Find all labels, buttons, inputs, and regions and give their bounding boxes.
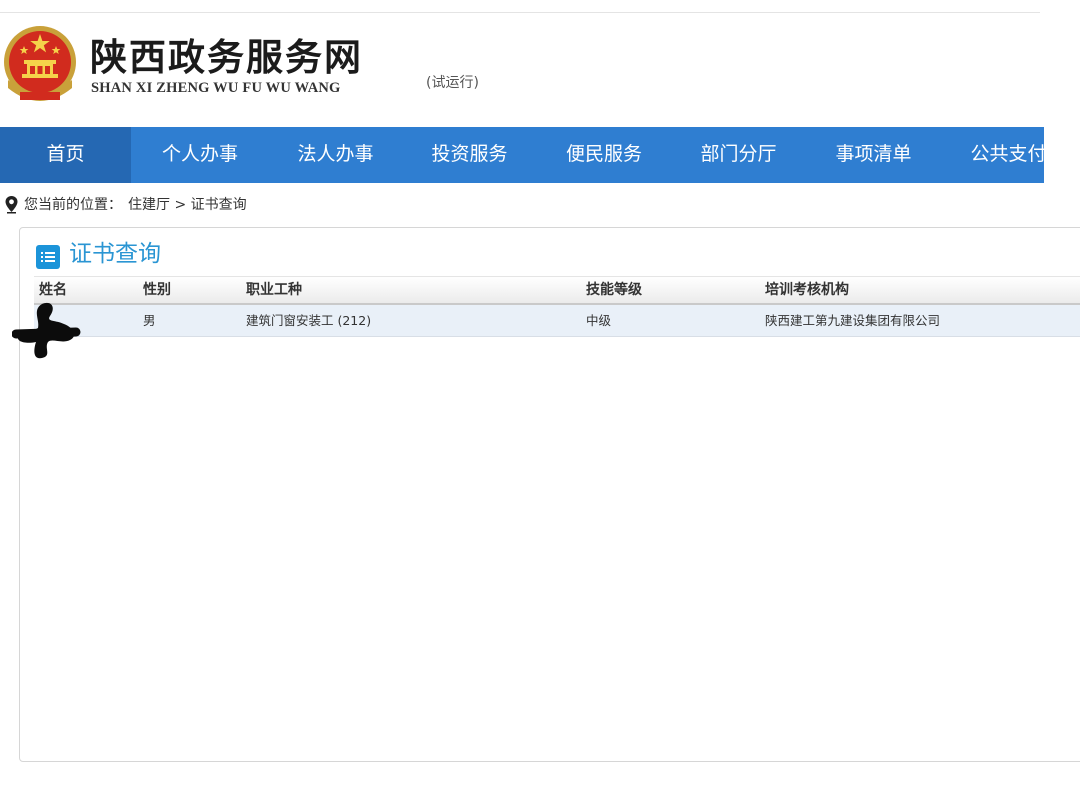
- list-icon: [36, 245, 60, 269]
- nav-item-item-list[interactable]: 事项清单: [806, 127, 941, 183]
- table-header: 姓名 性别 职业工种 技能等级 培训考核机构: [34, 276, 1080, 305]
- cell-institution: 陕西建工第九建设集团有限公司: [765, 313, 941, 328]
- site-subtitle: SHAN XI ZHENG WU FU WU WANG: [91, 80, 341, 96]
- trial-tag: (试运行): [426, 75, 479, 91]
- nav-item-home[interactable]: 首页: [0, 127, 131, 183]
- certificate-query-panel: 证书查询 姓名 性别 职业工种 技能等级 培训考核机构 男 建筑门窗安装工 (2…: [19, 227, 1080, 762]
- national-emblem-icon: [4, 26, 76, 101]
- cell-gender: 男: [143, 313, 156, 328]
- redaction-scribble: [12, 302, 81, 359]
- column-header-skill-level: 技能等级: [586, 282, 642, 298]
- breadcrumb-path[interactable]: 住建厅 > 证书查询: [128, 197, 247, 213]
- column-header-institution: 培训考核机构: [765, 282, 849, 298]
- panel-title: 证书查询: [69, 241, 161, 267]
- breadcrumb: 您当前的位置： 住建厅 > 证书查询: [4, 195, 247, 215]
- top-divider: [0, 12, 1040, 13]
- nav-item-investment[interactable]: 投资服务: [402, 127, 537, 183]
- cell-occupation: 建筑门窗安装工 (212): [246, 313, 372, 328]
- cell-skill-level: 中级: [586, 313, 612, 328]
- location-pin-icon: [5, 195, 18, 213]
- nav-item-departments[interactable]: 部门分厅: [671, 127, 806, 183]
- nav-item-public-payment[interactable]: 公共支付: [941, 127, 1044, 183]
- table-row[interactable]: 男 建筑门窗安装工 (212) 中级 陕西建工第九建设集团有限公司: [34, 305, 1080, 337]
- nav-item-personal[interactable]: 个人办事: [131, 127, 269, 183]
- nav-item-convenience[interactable]: 便民服务: [537, 127, 671, 183]
- site-title: 陕西政务服务网: [90, 35, 363, 79]
- breadcrumb-prefix: 您当前的位置：: [24, 197, 122, 213]
- column-header-gender: 性别: [143, 282, 171, 298]
- column-header-occupation: 职业工种: [246, 282, 302, 298]
- main-nav: 首页 个人办事 法人办事 投资服务 便民服务 部门分厅 事项清单 公共支付: [0, 127, 1044, 183]
- nav-item-corporate[interactable]: 法人办事: [269, 127, 402, 183]
